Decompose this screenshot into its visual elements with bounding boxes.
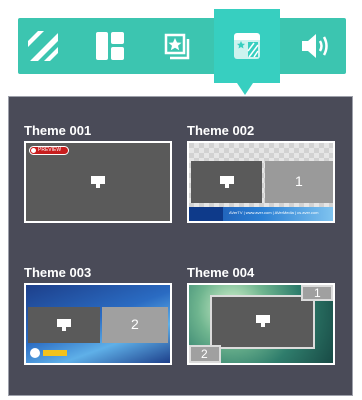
layout-grid-icon (96, 32, 124, 60)
tool-button-overlay[interactable] (152, 18, 202, 74)
pane-number: 2 (131, 316, 139, 332)
pane-main (210, 295, 315, 349)
tool-button-theme[interactable] (214, 9, 280, 83)
theme-thumbnail-004[interactable]: 1 2 (187, 283, 335, 365)
pane-overlay-1: 1 (301, 285, 333, 301)
speaker-icon (302, 34, 328, 58)
pane-number: 2 (201, 347, 208, 361)
monitor-icon (91, 176, 105, 188)
pane-secondary: 2 (102, 307, 168, 343)
tool-button-audio[interactable] (293, 18, 343, 74)
pane-secondary: 1 (265, 161, 333, 203)
pane-number: 1 (314, 286, 321, 300)
footer-banner: AVerTV | www.aver.com | AVerMedia | cs.a… (189, 207, 333, 221)
theme-thumbnail-002[interactable]: 1 AVerTV | www.aver.com | AVerMedia | cs… (187, 141, 335, 223)
theme-card-004[interactable]: Theme 004 1 2 (187, 265, 337, 375)
theme-title: Theme 004 (187, 265, 255, 280)
footer-text: AVerTV | www.aver.com | AVerMedia | cs.a… (229, 210, 319, 215)
theme-title: Theme 001 (24, 123, 92, 138)
theme-card-001[interactable]: Theme 001 PREVIEW (24, 123, 174, 233)
theme-card-003[interactable]: Theme 003 2 (24, 265, 174, 375)
monitor-icon (57, 319, 71, 331)
star-image-icon (164, 33, 190, 60)
footer-logo (189, 207, 223, 221)
logo-circle (30, 348, 40, 358)
pane-overlay-2: 2 (189, 345, 221, 363)
theme-template-icon (234, 33, 260, 59)
pane-number: 1 (295, 173, 303, 189)
toolbar (18, 9, 346, 83)
diagonal-stripes-icon (28, 31, 58, 61)
theme-thumbnail-001[interactable]: PREVIEW (24, 141, 172, 223)
theme-thumbnail-003[interactable]: 2 (24, 283, 172, 365)
theme-panel: Theme 001 PREVIEW Theme 002 1 AVerTV | w… (8, 96, 353, 396)
logo-label (43, 350, 67, 356)
theme-title: Theme 003 (24, 265, 92, 280)
monitor-icon (256, 315, 270, 327)
monitor-icon (220, 176, 234, 188)
badge-text: PREVIEW (38, 147, 62, 153)
pane-main (28, 307, 100, 343)
badge-dot (31, 148, 36, 153)
pane-main (191, 161, 262, 203)
tool-button-transitions[interactable] (18, 18, 68, 74)
theme-title: Theme 002 (187, 123, 255, 138)
active-tool-pointer (237, 83, 253, 95)
preview-badge: PREVIEW (29, 146, 69, 155)
tool-button-layout[interactable] (85, 18, 135, 74)
theme-card-002[interactable]: Theme 002 1 AVerTV | www.aver.com | AVer… (187, 123, 337, 233)
